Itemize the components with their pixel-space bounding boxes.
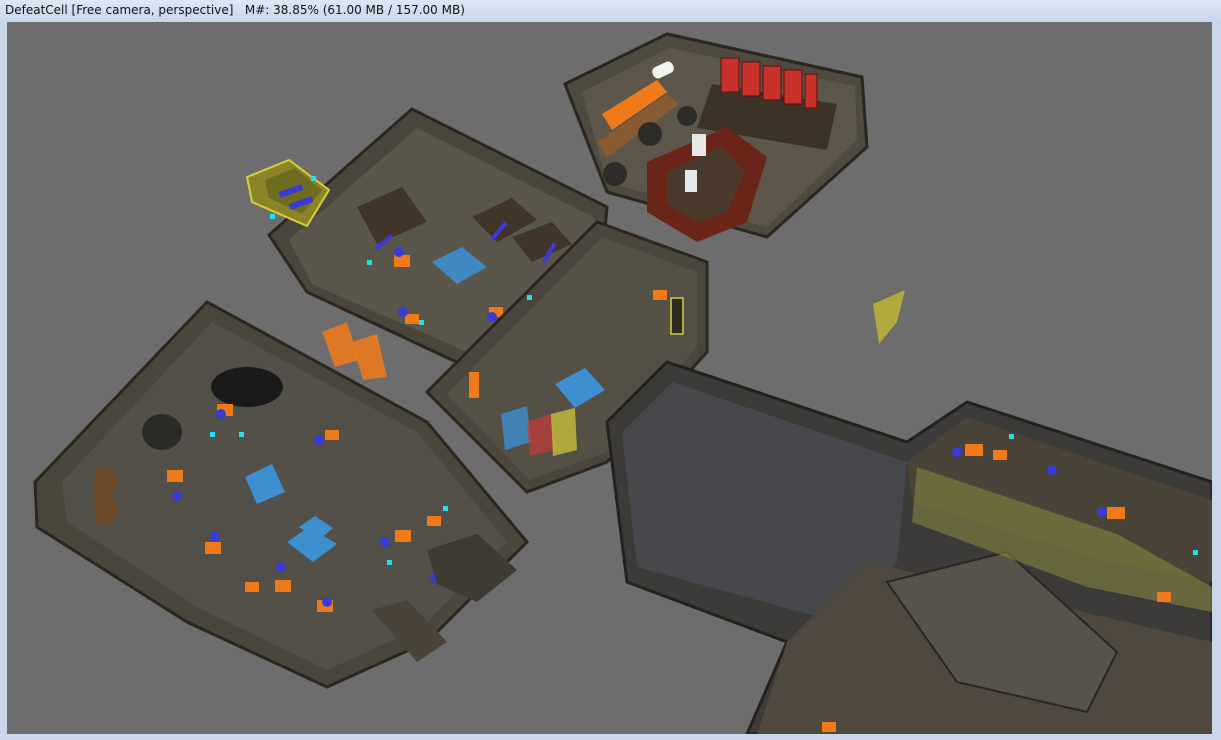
room-upper-right <box>563 32 869 242</box>
cell-title: DefeatCell [Free camera, perspective] <box>5 3 234 17</box>
window-frame-right <box>1212 22 1221 734</box>
window-title: DefeatCell [Free camera, perspective] M#… <box>5 3 465 17</box>
window-frame-left <box>0 22 7 734</box>
yellow-door-marker <box>873 290 905 344</box>
window-frame-bottom <box>0 734 1221 740</box>
window-titlebar: DefeatCell [Free camera, perspective] M#… <box>0 0 1221 23</box>
scene-render <box>33 32 1212 734</box>
render-viewport[interactable] <box>7 22 1212 734</box>
stone-building <box>605 360 1212 734</box>
memory-readout: M#: 38.85% (61.00 MB / 157.00 MB) <box>244 3 465 17</box>
